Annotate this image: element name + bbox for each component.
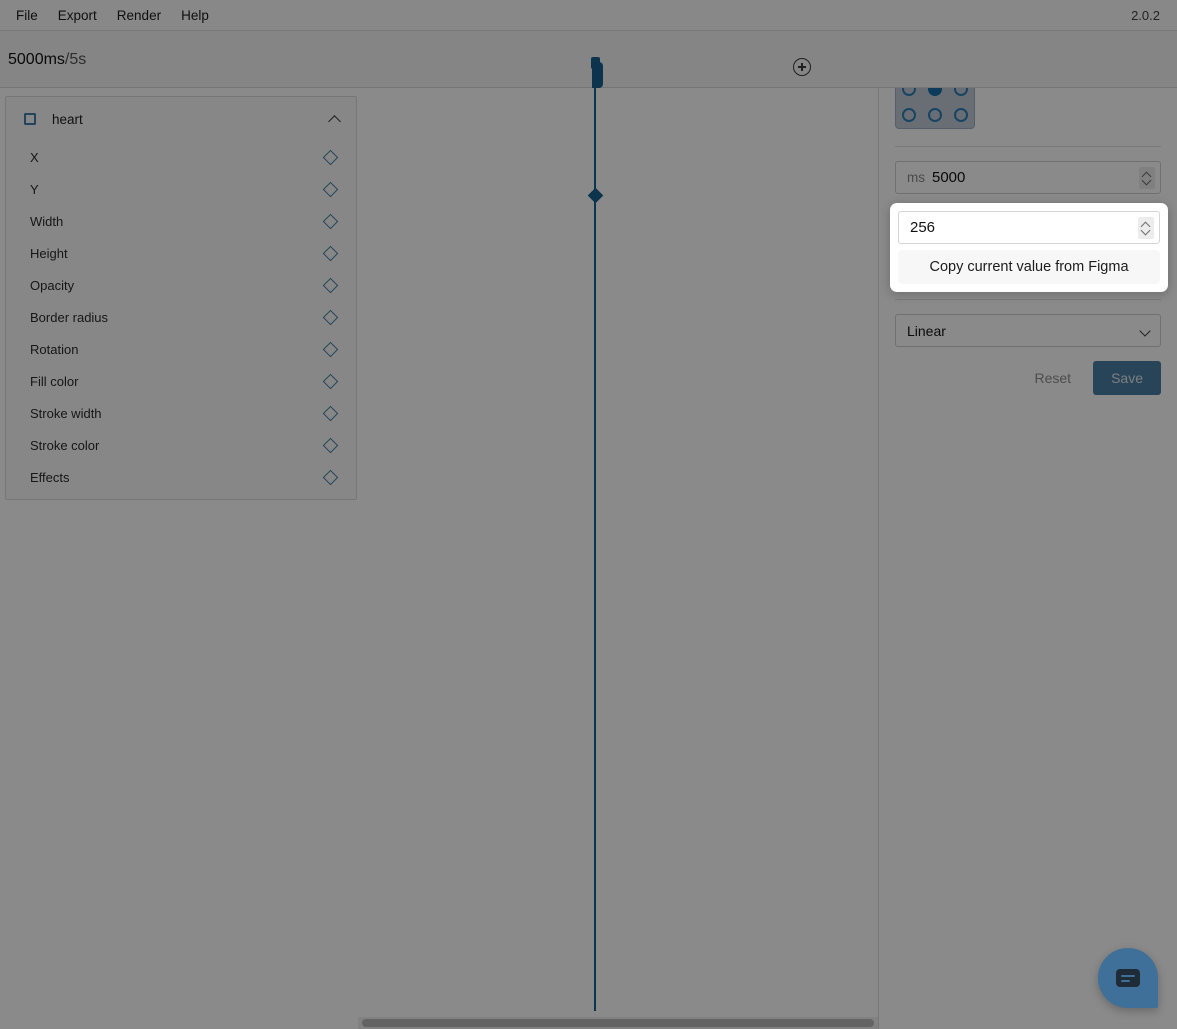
property-label: Fill color [30, 373, 79, 389]
diamond-outline-icon[interactable] [322, 405, 339, 421]
diamond-outline-icon[interactable] [322, 149, 339, 165]
version-label: 2.0.2 [1131, 7, 1160, 23]
easing-select[interactable]: Linear [895, 314, 1161, 347]
property-row[interactable]: Effects [6, 461, 356, 493]
property-label: Opacity [30, 277, 75, 293]
reset-button[interactable]: Reset [1021, 361, 1086, 395]
total-time-label: /5s [64, 51, 87, 68]
property-label: Border radius [30, 309, 109, 325]
figma-value-popup: 256 Copy current value from Figma [890, 203, 1168, 292]
property-row[interactable]: Opacity [6, 269, 356, 301]
horizontal-scrollbar-thumb[interactable] [362, 1019, 874, 1027]
property-label: Stroke width [30, 405, 102, 421]
save-button[interactable]: Save [1093, 361, 1161, 395]
layer-name-label: heart [52, 111, 83, 127]
anchor-dot-8[interactable] [954, 108, 968, 122]
current-time-label: 5000ms [8, 51, 65, 68]
property-row[interactable]: Fill color [6, 365, 356, 397]
add-keyframe-button[interactable] [793, 58, 811, 76]
easing-select-value: Linear [907, 322, 946, 339]
property-label: Width [30, 213, 64, 229]
property-row[interactable]: Width [6, 205, 356, 237]
chevron-up-icon[interactable] [329, 113, 342, 126]
menu-item-help[interactable]: Help [171, 0, 219, 31]
property-row[interactable]: Stroke color [6, 429, 356, 461]
keyframe-marker[interactable] [587, 187, 603, 203]
figma-value-field[interactable]: 256 [898, 211, 1160, 244]
timeline-header: 5000ms/5s [0, 31, 1177, 88]
inspector-actions: Reset Save [895, 361, 1161, 395]
property-label: Stroke color [30, 437, 100, 453]
time-ms-value: 5000 [932, 169, 966, 186]
diamond-outline-icon[interactable] [322, 309, 339, 325]
divider-three [895, 299, 1161, 300]
time-ms-field[interactable]: ms 5000 [895, 161, 1161, 194]
property-label: X [30, 149, 39, 165]
diamond-outline-icon[interactable] [322, 181, 339, 197]
square-outline-icon [24, 113, 36, 125]
timeline-canvas[interactable] [358, 88, 878, 1011]
app-root: File Export Render Help 2.0.2 5000ms/5s … [0, 0, 1177, 1029]
menu-item-file[interactable]: File [6, 0, 48, 31]
time-ms-prefix: ms [907, 170, 925, 185]
property-list: X Y Width Height Opacity Border radius Rotatio… [6, 141, 356, 493]
diamond-outline-icon[interactable] [322, 245, 339, 261]
layer-panel: heart X Y Width Height Opacity Border radius R… [5, 96, 357, 500]
spinner-updown-icon[interactable] [1139, 167, 1155, 189]
menu-item-render[interactable]: Render [107, 0, 171, 31]
layer-header-heart[interactable]: heart [6, 97, 356, 141]
chat-launcher-button[interactable] [1098, 948, 1158, 1008]
property-label: Height [30, 245, 68, 261]
property-row[interactable]: Rotation [6, 333, 356, 365]
diamond-outline-icon[interactable] [322, 277, 339, 293]
diamond-outline-icon[interactable] [322, 437, 339, 453]
diamond-outline-icon[interactable] [322, 373, 339, 389]
playhead-line[interactable] [594, 88, 596, 1011]
time-display: 5000ms/5s [8, 51, 86, 69]
diamond-outline-icon[interactable] [322, 213, 339, 229]
property-label: Effects [30, 469, 70, 485]
anchor-dot-6[interactable] [902, 108, 916, 122]
divider-one [895, 146, 1161, 147]
inspector-panel: Keep in mind, this setting applies to al… [878, 31, 1177, 1029]
chevron-down-icon [1139, 325, 1151, 337]
diamond-outline-icon[interactable] [322, 469, 339, 485]
horizontal-scrollbar[interactable] [358, 1017, 878, 1029]
copy-from-figma-button[interactable]: Copy current value from Figma [898, 250, 1160, 284]
diamond-outline-icon[interactable] [322, 341, 339, 357]
playhead-handle[interactable] [592, 62, 603, 88]
property-row[interactable]: X [6, 141, 356, 173]
menu-bar: File Export Render Help 2.0.2 [0, 0, 1177, 31]
anchor-dot-7[interactable] [928, 108, 942, 122]
property-label: Y [30, 181, 39, 197]
property-label: Rotation [30, 341, 79, 357]
chat-bubble-icon [1116, 969, 1140, 987]
figma-value-text: 256 [910, 219, 936, 236]
property-row[interactable]: Border radius [6, 301, 356, 333]
property-row[interactable]: Y [6, 173, 356, 205]
menu-item-export[interactable]: Export [48, 0, 107, 31]
spinner-updown-icon[interactable] [1138, 217, 1154, 239]
property-row[interactable]: Height [6, 237, 356, 269]
property-row[interactable]: Stroke width [6, 397, 356, 429]
